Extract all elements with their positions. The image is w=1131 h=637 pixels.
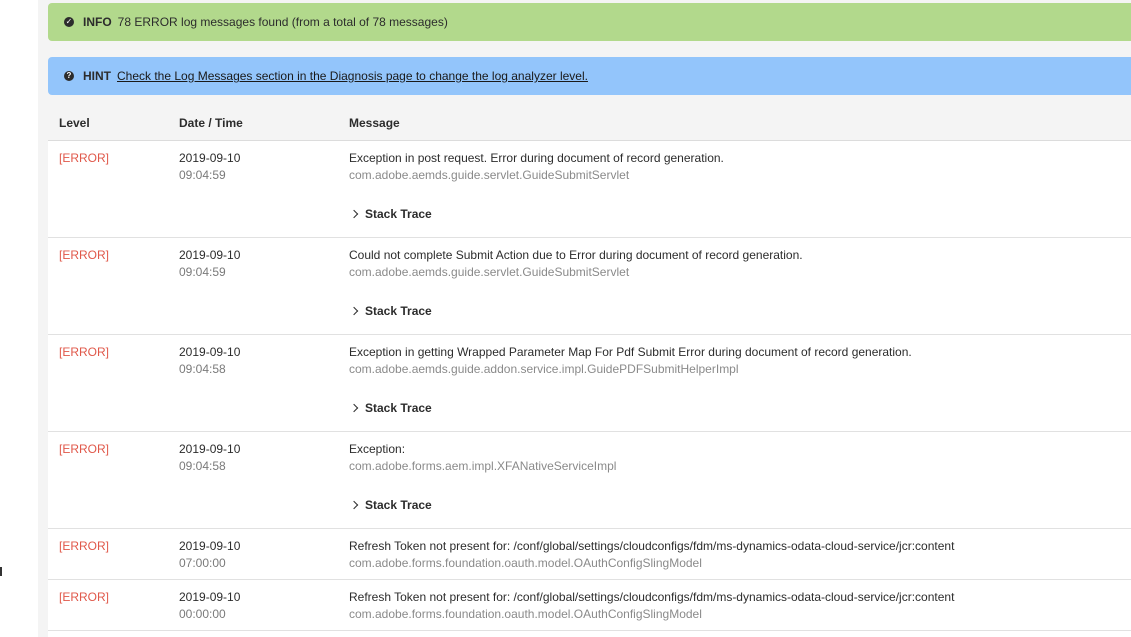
row-date: 2019-09-10: [179, 442, 241, 456]
header-message[interactable]: Message: [349, 116, 400, 130]
row-date: 2019-09-10: [179, 590, 241, 604]
table-row: [ERROR] 2019-09-10 07:00:00 Refresh Toke…: [48, 529, 1131, 580]
gutter-marker: [0, 567, 2, 576]
row-date: 2019-09-10: [179, 248, 241, 262]
row-level: [ERROR]: [59, 442, 110, 456]
row-logger: com.adobe.aemds.guide.servlet.GuideSubmi…: [349, 168, 630, 182]
row-logger: com.adobe.forms.foundation.oauth.model.O…: [349, 556, 702, 570]
chevron-right-icon: [349, 209, 359, 218]
row-level: [ERROR]: [59, 539, 110, 553]
row-level: [ERROR]: [59, 590, 110, 604]
row-time: 09:04:58: [179, 459, 226, 473]
stack-trace-label: Stack Trace: [365, 207, 432, 221]
row-logger: com.adobe.forms.aem.impl.XFANativeServic…: [349, 459, 617, 473]
row-message: Refresh Token not present for: /conf/glo…: [349, 590, 955, 604]
row-level: [ERROR]: [59, 151, 110, 165]
stack-trace-label: Stack Trace: [365, 401, 432, 415]
table-row: [ERROR] 2019-09-10 09:04:59 Exception in…: [48, 141, 1131, 238]
row-message: Could not complete Submit Action due to …: [349, 248, 803, 262]
hint-alert: ? HINT Check the Log Messages section in…: [48, 57, 1131, 95]
stack-trace-label: Stack Trace: [365, 498, 432, 512]
row-message: Exception in post request. Error during …: [349, 151, 724, 165]
row-message: Exception:: [349, 442, 406, 456]
stack-trace-label: Stack Trace: [365, 304, 432, 318]
row-time: 07:00:00: [179, 556, 226, 570]
info-label: INFO: [83, 15, 112, 29]
stack-trace-toggle[interactable]: Stack Trace: [349, 207, 432, 221]
row-level: [ERROR]: [59, 248, 110, 262]
row-time: 09:04:59: [179, 265, 226, 279]
header-level[interactable]: Level: [59, 116, 90, 130]
row-time: 09:04:59: [179, 168, 226, 182]
info-text: 78 ERROR log messages found (from a tota…: [117, 15, 448, 29]
chevron-right-icon: [349, 403, 359, 412]
question-circle-icon: ?: [64, 71, 74, 81]
log-messages-table: Level Date / Time Message [ERROR] 2019-0…: [48, 104, 1131, 637]
table-row: [ERROR] 2019-09-10 00:00:00 Refresh Toke…: [48, 580, 1131, 631]
header-datetime[interactable]: Date / Time: [179, 116, 243, 130]
row-date: 2019-09-10: [179, 151, 241, 165]
check-circle-icon: ✓: [64, 17, 74, 27]
row-time: 00:00:00: [179, 607, 226, 621]
row-date: 2019-09-10: [179, 539, 241, 553]
info-alert: ✓ INFO 78 ERROR log messages found (from…: [48, 3, 1131, 41]
hint-label: HINT: [83, 69, 111, 83]
stack-trace-toggle[interactable]: Stack Trace: [349, 401, 432, 415]
chevron-right-icon: [349, 500, 359, 509]
row-message: Refresh Token not present for: /conf/glo…: [349, 539, 955, 553]
stack-trace-toggle[interactable]: Stack Trace: [349, 498, 432, 512]
row-logger: com.adobe.aemds.guide.servlet.GuideSubmi…: [349, 265, 630, 279]
row-logger: com.adobe.forms.foundation.oauth.model.O…: [349, 607, 702, 621]
table-header: Level Date / Time Message: [48, 104, 1131, 141]
row-message: Exception in getting Wrapped Parameter M…: [349, 345, 912, 359]
chevron-right-icon: [349, 306, 359, 315]
row-logger: com.adobe.aemds.guide.addon.service.impl…: [349, 362, 739, 376]
diagnosis-page-link[interactable]: Check the Log Messages section in the Di…: [117, 69, 588, 83]
table-row: [ERROR] 2019-09-10 09:04:58 Exception in…: [48, 335, 1131, 432]
left-gutter: [0, 0, 38, 637]
row-time: 09:04:58: [179, 362, 226, 376]
table-row: [ERROR] 2019-09-10 09:04:59 Could not co…: [48, 238, 1131, 335]
stack-trace-toggle[interactable]: Stack Trace: [349, 304, 432, 318]
row-date: 2019-09-10: [179, 345, 241, 359]
table-row: [ERROR] 2019-09-10 09:04:58 Exception: c…: [48, 432, 1131, 529]
log-analyzer-content: ✓ INFO 78 ERROR log messages found (from…: [38, 0, 1131, 637]
row-level: [ERROR]: [59, 345, 110, 359]
